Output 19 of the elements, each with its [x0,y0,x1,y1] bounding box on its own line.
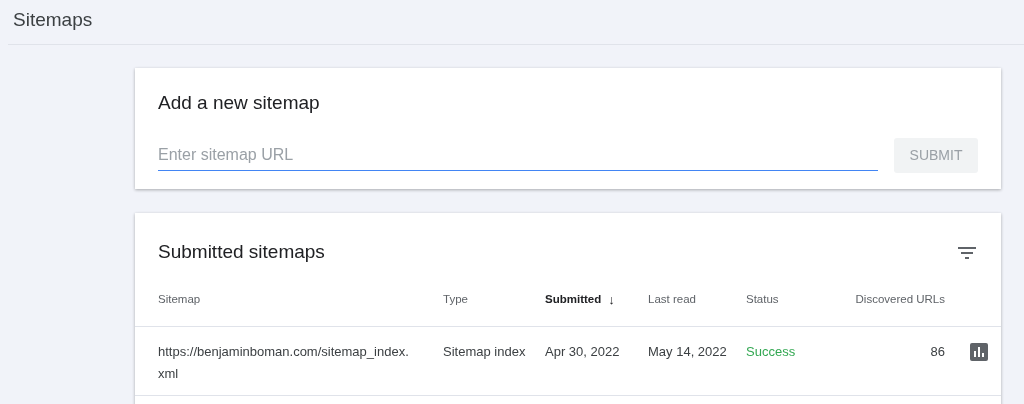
status-text: Success [746,344,796,359]
column-header[interactable]: Status [746,291,779,309]
table-cell: https://benjaminboman.com/sitemap_index.xml [158,344,409,381]
table-cell: Apr 30, 2022 [545,344,620,359]
table-cell: May 14, 2022 [648,344,727,359]
card-title: Add a new sitemap [158,91,321,115]
bar-chart-icon[interactable] [970,343,988,361]
table-cell: 86 [930,344,945,359]
column-header[interactable]: Type [443,291,468,309]
sort-arrow[interactable]: ↓ [608,290,615,310]
filter-icon[interactable] [957,244,977,261]
column-header[interactable]: Submitted [545,291,602,309]
column-header[interactable]: Discovered URLs [855,291,945,309]
sitemap-url-field[interactable]: Enter sitemap URL [158,139,879,171]
card-title: Submitted sitemaps [158,240,325,265]
table-cell: Sitemap index [443,344,526,359]
column-header[interactable]: Sitemap [158,291,201,309]
column-header[interactable]: Last read [648,291,696,309]
page-title: Sitemaps [13,8,93,32]
